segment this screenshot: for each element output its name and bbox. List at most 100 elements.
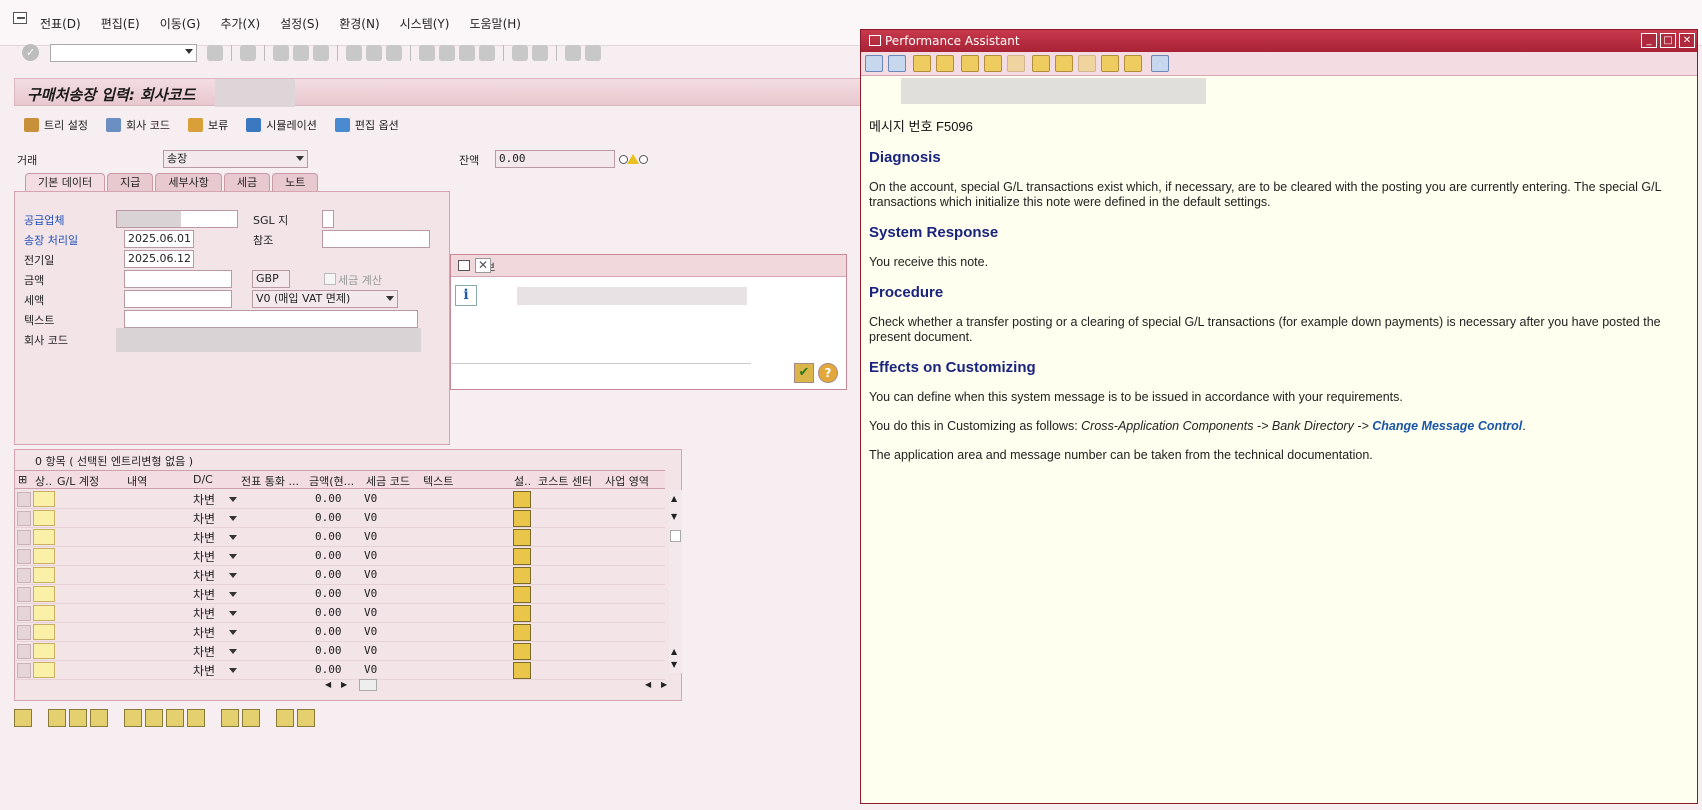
- maximize-icon[interactable]: □: [1660, 33, 1676, 48]
- scroll-left-icon[interactable]: ◀: [645, 680, 651, 689]
- scroll-thumb[interactable]: [359, 679, 377, 691]
- scroll-right-icon[interactable]: ▶: [341, 680, 347, 689]
- row-selector[interactable]: [17, 606, 31, 621]
- back-icon[interactable]: [207, 45, 223, 61]
- status-cell[interactable]: [33, 510, 55, 526]
- insert-row-icon[interactable]: [124, 709, 142, 727]
- scroll-thumb[interactable]: [670, 530, 681, 542]
- table-row[interactable]: 차변 0.00 V0: [15, 509, 665, 528]
- next-page-icon[interactable]: [459, 45, 475, 61]
- column-header-amount-local[interactable]: 금액(현...: [309, 473, 359, 489]
- table-vertical-scrollbar[interactable]: ▲ ▼ ▲ ▼: [669, 490, 682, 673]
- structure-icon[interactable]: [936, 55, 954, 72]
- save-icon[interactable]: [240, 45, 256, 61]
- print-icon[interactable]: [346, 45, 362, 61]
- back-arrow-icon[interactable]: [865, 55, 883, 72]
- table-row[interactable]: 차변 0.00 V0: [15, 623, 665, 642]
- table-row[interactable]: 차변 0.00 V0: [15, 490, 665, 509]
- enter-check-icon[interactable]: ✓: [22, 44, 39, 61]
- copy-icon[interactable]: [221, 709, 239, 727]
- status-cell[interactable]: [33, 491, 55, 507]
- simulate-button[interactable]: 시뮬레이션: [246, 117, 317, 133]
- edit-text-icon[interactable]: [513, 605, 531, 622]
- edit-text-icon[interactable]: [513, 491, 531, 508]
- scroll-up-icon[interactable]: ▲: [671, 494, 677, 503]
- status-cell[interactable]: [33, 529, 55, 545]
- command-field[interactable]: [50, 44, 197, 62]
- dc-value[interactable]: 차변: [193, 586, 215, 603]
- calc-tax-checkbox[interactable]: [324, 273, 336, 285]
- transaction-select[interactable]: 송장: [163, 150, 308, 168]
- dc-value[interactable]: 차변: [193, 548, 215, 565]
- column-config-icon[interactable]: ⊞: [18, 473, 32, 486]
- scroll-up-icon[interactable]: ▲: [671, 647, 677, 656]
- scroll-down-icon[interactable]: ▼: [671, 660, 677, 669]
- row-selector[interactable]: [17, 587, 31, 602]
- column-header-cost-center[interactable]: 코스트 센터: [538, 473, 600, 489]
- menu-edit[interactable]: 편집(E): [101, 15, 140, 32]
- column-header-gl-account[interactable]: G/L 계정: [57, 473, 123, 489]
- tab-notes[interactable]: 노트: [272, 173, 319, 191]
- chevron-down-icon[interactable]: [296, 156, 304, 161]
- select-all-icon[interactable]: [48, 709, 66, 727]
- chevron-down-icon[interactable]: [229, 630, 237, 635]
- chevron-down-icon[interactable]: [229, 573, 237, 578]
- close-icon[interactable]: ✕: [475, 258, 491, 273]
- last-page-icon[interactable]: [479, 45, 495, 61]
- scroll-left-icon[interactable]: ◀: [325, 680, 331, 689]
- chevron-down-icon[interactable]: [229, 649, 237, 654]
- table-row[interactable]: 차변 0.00 V0: [15, 566, 665, 585]
- tab-tax[interactable]: 세금: [223, 173, 271, 191]
- details-icon[interactable]: [14, 709, 32, 727]
- edit-text-icon[interactable]: [513, 643, 531, 660]
- change-message-control-link[interactable]: Change Message Control: [1372, 419, 1522, 433]
- dc-value[interactable]: 차변: [193, 643, 215, 660]
- menu-system[interactable]: 시스템(Y): [400, 15, 450, 32]
- row-selector[interactable]: [17, 663, 31, 678]
- dc-value[interactable]: 차변: [193, 529, 215, 546]
- row-selector[interactable]: [17, 625, 31, 640]
- tab-payment[interactable]: 지급: [107, 173, 154, 191]
- dc-value[interactable]: 차변: [193, 491, 215, 508]
- sgl-field[interactable]: [322, 210, 334, 228]
- invoice-date-field[interactable]: 2025.06.01: [124, 230, 194, 248]
- menu-document[interactable]: 전표(D): [40, 15, 81, 32]
- dc-value[interactable]: 차변: [193, 605, 215, 622]
- settings-icon[interactable]: [1124, 55, 1142, 72]
- scroll-down-icon[interactable]: ▼: [671, 512, 677, 521]
- dc-value[interactable]: 차변: [193, 662, 215, 679]
- status-cell[interactable]: [33, 662, 55, 678]
- paste-icon[interactable]: [242, 709, 260, 727]
- scroll-right-icon[interactable]: ▶: [661, 680, 667, 689]
- row-selector[interactable]: [17, 644, 31, 659]
- row-selector[interactable]: [17, 530, 31, 545]
- forward-arrow-icon[interactable]: [888, 55, 906, 72]
- column-header-description[interactable]: 내역: [127, 473, 187, 489]
- minimize-icon[interactable]: _: [1641, 33, 1657, 48]
- close-window-icon[interactable]: [1151, 55, 1169, 72]
- close-icon[interactable]: ✕: [1679, 33, 1695, 48]
- column-header-text[interactable]: 텍스트: [423, 473, 503, 489]
- chevron-down-icon[interactable]: [229, 611, 237, 616]
- print-icon[interactable]: [1101, 55, 1119, 72]
- company-code-button[interactable]: 회사 코드: [105, 117, 170, 133]
- menu-help[interactable]: 도움말(H): [469, 15, 521, 32]
- table-horizontal-scrollbar[interactable]: ◀ ▶ ◀ ▶: [315, 679, 675, 692]
- command-input[interactable]: [51, 45, 179, 61]
- edit-text-icon[interactable]: [513, 662, 531, 679]
- status-cell[interactable]: [33, 605, 55, 621]
- menu-extras[interactable]: 추가(X): [220, 15, 260, 32]
- more-icon[interactable]: [166, 709, 184, 727]
- table-row[interactable]: 차변 0.00 V0: [15, 528, 665, 547]
- cancel-icon[interactable]: [313, 45, 329, 61]
- dc-value[interactable]: 차변: [193, 510, 215, 527]
- tree-settings-button[interactable]: 트리 설정: [24, 117, 88, 133]
- reference-field[interactable]: [322, 230, 430, 248]
- deselect-all-icon[interactable]: [69, 709, 87, 727]
- search-icon[interactable]: [1007, 55, 1025, 72]
- chevron-down-icon[interactable]: [229, 592, 237, 597]
- menu-settings[interactable]: 설정(S): [280, 15, 319, 32]
- select-block-icon[interactable]: [90, 709, 108, 727]
- edit-options-button[interactable]: 편집 옵션: [334, 117, 399, 133]
- row-selector[interactable]: [17, 492, 31, 507]
